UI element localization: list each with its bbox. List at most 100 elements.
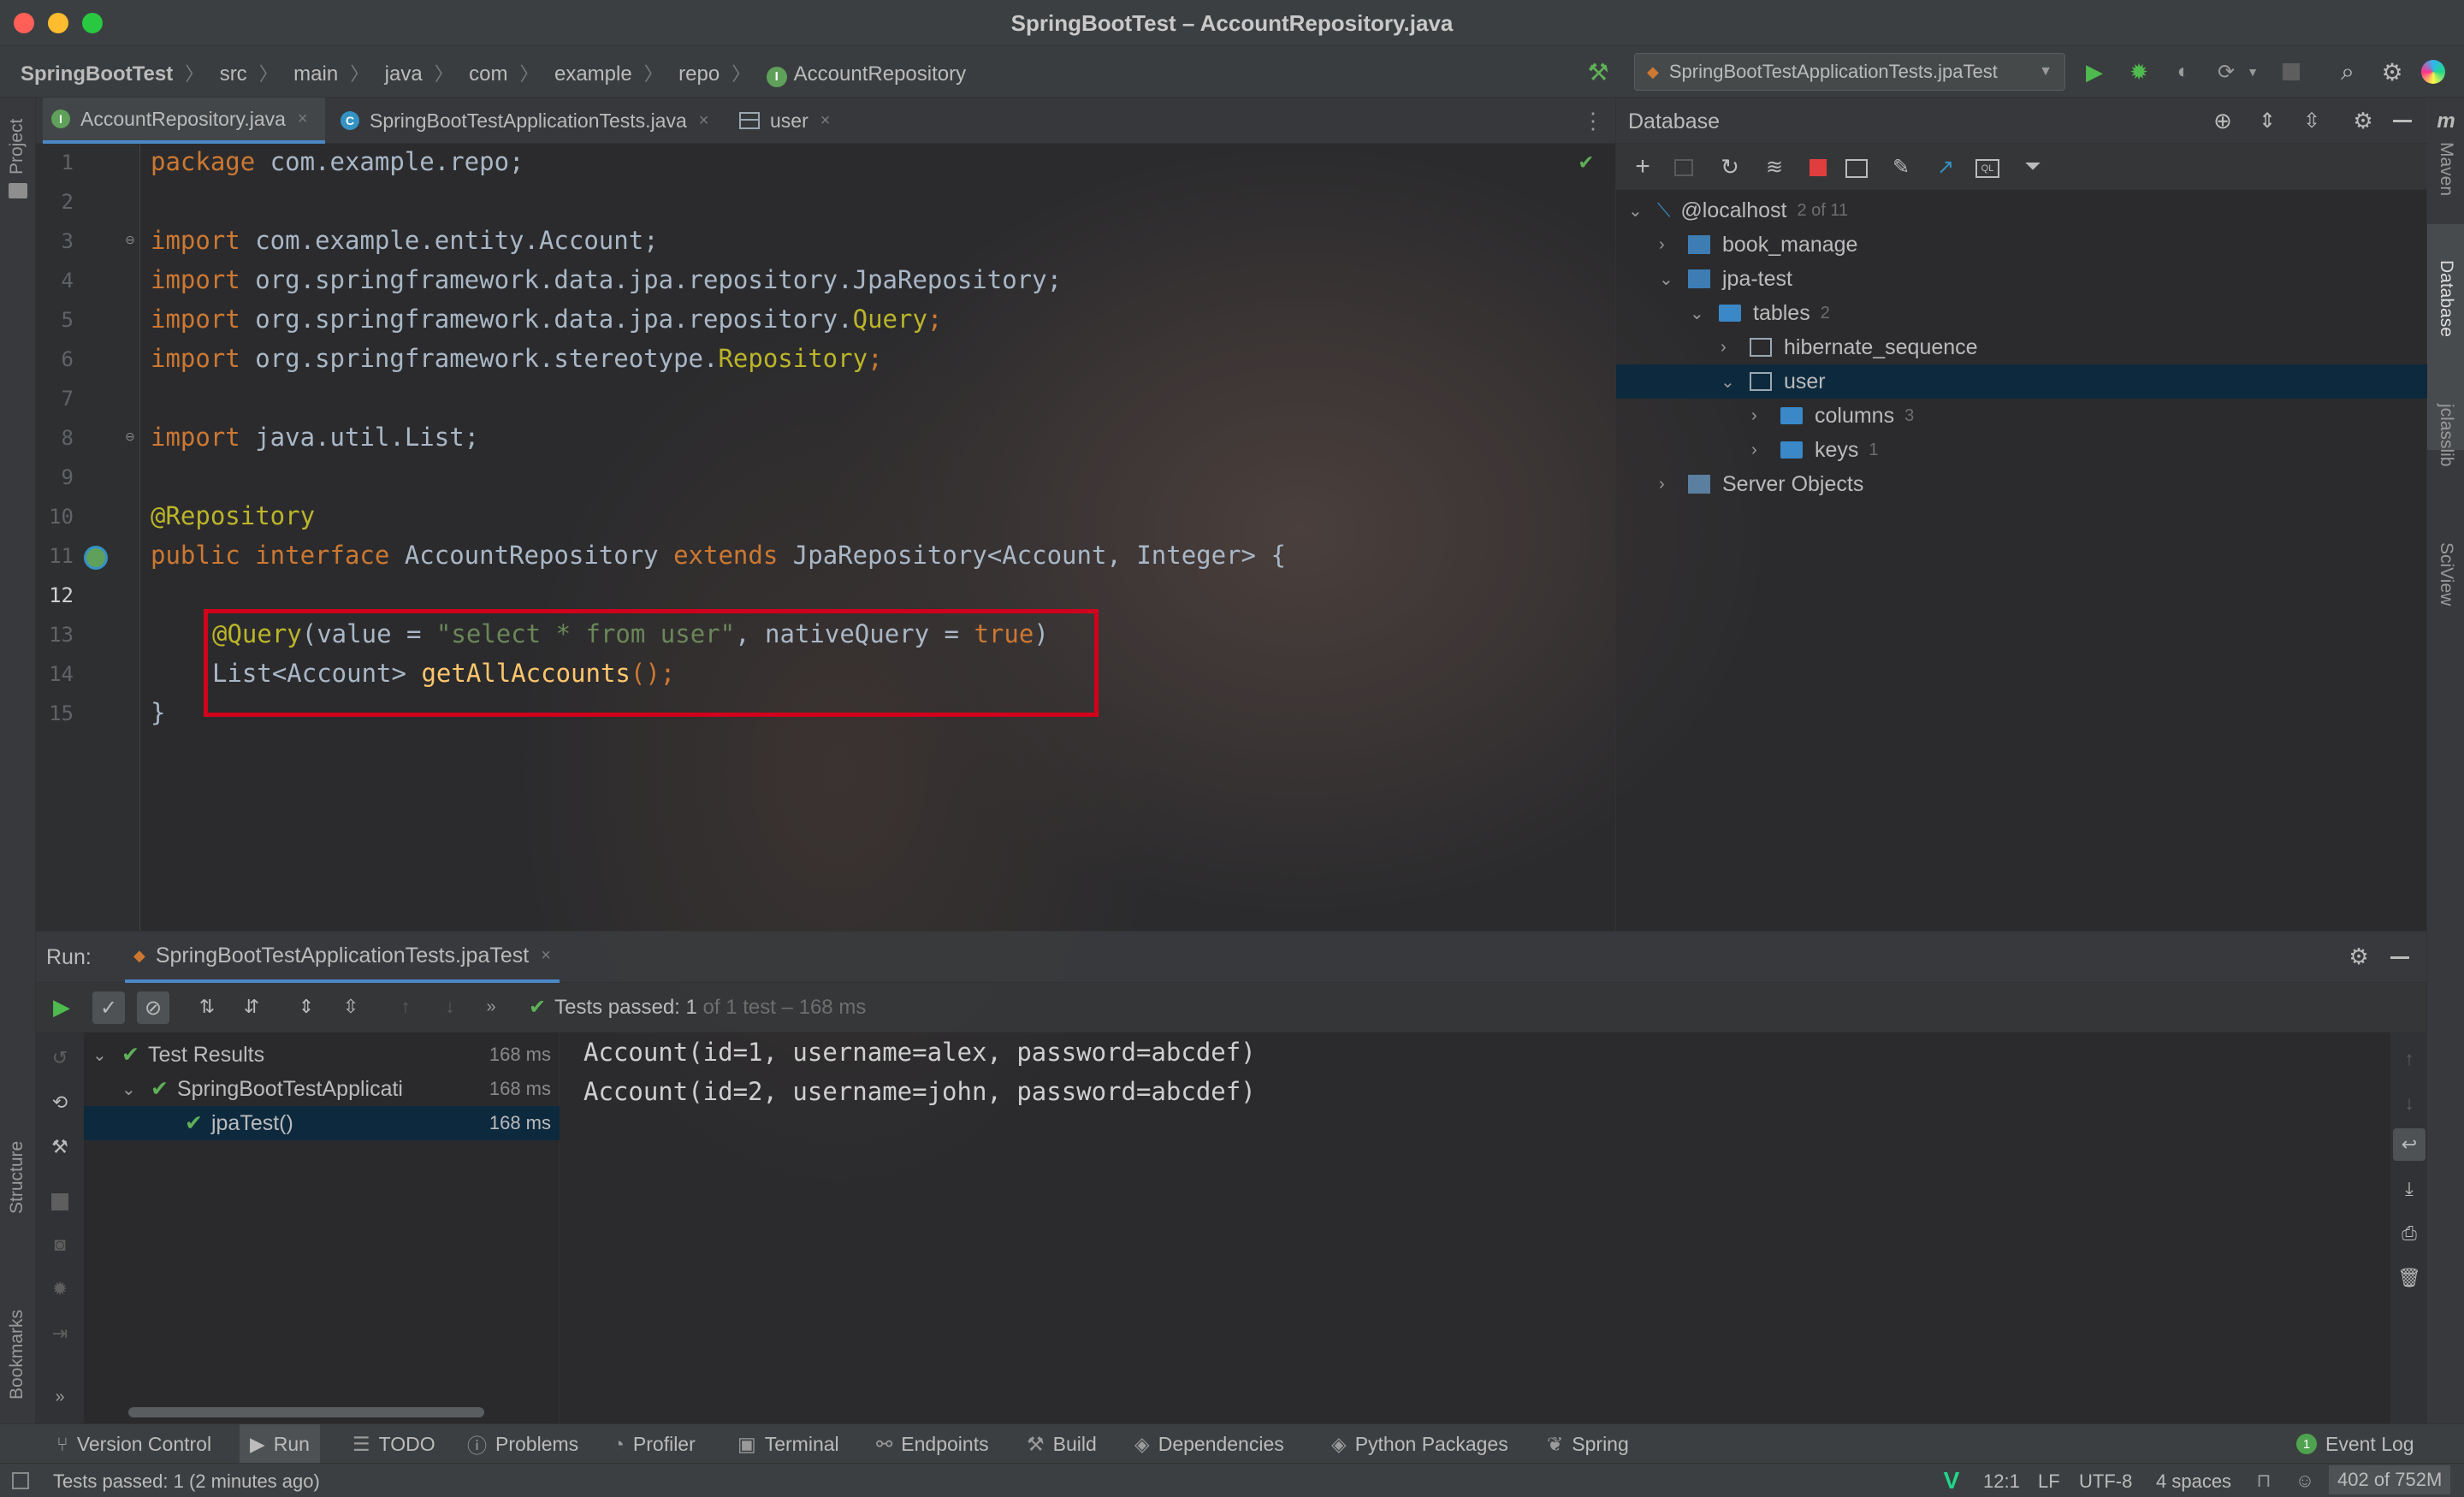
sciview-tool-button[interactable]: SciView [2436, 542, 2456, 606]
breadcrumb-current[interactable]: AccountRepository [794, 62, 966, 86]
tab-account-repository[interactable]: I AccountRepository.java × [43, 98, 325, 144]
camera-icon[interactable]: ◙ [46, 1231, 74, 1258]
project-tool-button[interactable]: Project [7, 119, 27, 175]
tree-node-columns[interactable]: › columns 3 [1751, 399, 1914, 433]
database-tool-button[interactable]: Database [2436, 260, 2456, 337]
horizontal-scrollbar[interactable] [128, 1407, 484, 1417]
exit-icon[interactable]: ⇥ [46, 1320, 74, 1347]
more-run-options-icon[interactable]: ▼ [2245, 62, 2260, 82]
breadcrumb-item[interactable]: main [293, 62, 338, 86]
gear-icon[interactable]: ⚙ [2346, 944, 2372, 969]
refresh-icon[interactable]: ↻ [1717, 154, 1743, 180]
previous-failed-icon[interactable]: ↑ [392, 993, 419, 1021]
tab-application-tests[interactable]: C SpringBootTestApplicationTests.java × [332, 98, 748, 144]
schema-icon[interactable]: ≋ [1762, 154, 1787, 180]
print-icon[interactable]: ⎙ [2396, 1221, 2422, 1246]
console-ql-icon[interactable]: QL [1975, 159, 1999, 178]
collapse-all-icon[interactable]: ⇳ [337, 993, 364, 1021]
structure-tool-button[interactable]: Structure [7, 1141, 27, 1214]
more-icon[interactable]: » [46, 1383, 74, 1411]
more-tabs-icon[interactable]: ⋮ [1582, 108, 1604, 133]
breadcrumb-item[interactable]: src [220, 62, 247, 86]
locate-icon[interactable]: ⊕ [2210, 108, 2236, 133]
console-output[interactable]: Account(id=1, username=alex, password=ab… [560, 1033, 2390, 1424]
build-hammer-icon[interactable]: ⚒ [1584, 58, 1612, 86]
close-tab-icon[interactable]: × [820, 111, 831, 131]
filter-icon[interactable]: ⏷ [2020, 154, 2046, 180]
tool-spring[interactable]: ❦ Spring [1547, 1424, 1629, 1464]
gear-icon[interactable]: ⚙ [2350, 108, 2376, 133]
tool-event-log[interactable]: 1 Event Log [2296, 1424, 2414, 1464]
tool-problems[interactable]: ⓘ Problems [467, 1424, 578, 1464]
test-results-root[interactable]: ⌄ ✔ Test Results 168 ms [92, 1038, 551, 1072]
status-message[interactable]: Tests passed: 1 (2 minutes ago) [53, 1470, 320, 1493]
up-arrow-icon[interactable]: ↑ [2396, 1046, 2422, 1072]
tool-terminal[interactable]: ▣ Terminal [737, 1424, 839, 1464]
minimize-icon[interactable] [2393, 120, 2412, 122]
down-arrow-icon[interactable]: ↓ [2396, 1091, 2422, 1116]
tool-todo[interactable]: ☰ TODO [352, 1424, 435, 1464]
toggle-autotest-icon[interactable]: ⟲ [46, 1089, 74, 1116]
tree-node-user[interactable]: ⌄ user [1721, 364, 1826, 399]
add-icon[interactable]: + [1630, 152, 1656, 180]
gear-icon[interactable]: ⚙ [2378, 58, 2406, 86]
toggle-tool-windows-icon[interactable] [12, 1472, 29, 1489]
tree-node-localhost[interactable]: ⌄ ⟍ @localhost 2 of 11 [1628, 193, 1848, 228]
test-class-node[interactable]: ⌄ ✔ SpringBootTestApplicati 168 ms [121, 1072, 551, 1106]
next-failed-icon[interactable]: ↓ [436, 993, 464, 1021]
edit-pencil-icon[interactable]: ✎ [1888, 154, 1914, 180]
run-config-dropdown[interactable]: ◆ SpringBootTestApplicationTests.jpaTest… [1634, 53, 2065, 91]
jump-to-source-icon[interactable]: ↗ [1933, 154, 1958, 180]
fold-icon[interactable]: ⊖ [123, 428, 137, 445]
tool-python-packages[interactable]: ◈ Python Packages [1331, 1424, 1508, 1464]
trash-icon[interactable]: 🗑 [2396, 1265, 2422, 1291]
tool-profiler[interactable]: ◔ Profiler [613, 1424, 696, 1464]
sort-duration-icon[interactable]: ⇵ [238, 993, 265, 1021]
stop-icon[interactable] [2283, 63, 2300, 80]
more-icon[interactable]: » [481, 993, 501, 1021]
minimize-icon[interactable] [2390, 956, 2409, 959]
tool-version-control[interactable]: ⑂ Version Control [56, 1424, 211, 1464]
run-tab[interactable]: ◆ SpringBootTestApplicationTests.jpaTest… [125, 932, 560, 983]
line-separator[interactable]: LF [2038, 1470, 2060, 1493]
coverage-icon[interactable]: ◐ [2170, 58, 2197, 86]
rerun-icon[interactable]: ▶ [48, 993, 75, 1021]
tool-dependencies[interactable]: ◈ Dependencies [1134, 1424, 1284, 1464]
tab-user-table[interactable]: user × [731, 98, 876, 144]
show-ignored-icon[interactable]: ⊘ [137, 991, 169, 1024]
close-tab-icon[interactable]: × [699, 111, 709, 131]
lock-icon[interactable]: ⊓ [2254, 1469, 2274, 1493]
tool-endpoints[interactable]: ⚯ Endpoints [876, 1424, 989, 1464]
breadcrumb-item[interactable]: repo [678, 62, 720, 86]
profile-icon[interactable]: ⟳ [2212, 58, 2240, 86]
maven-tool-button[interactable]: Maven [2436, 142, 2456, 196]
copy-icon[interactable] [1674, 159, 1693, 176]
tool-build[interactable]: ⚒ Build [1027, 1424, 1097, 1464]
sort-alpha-icon[interactable]: ⇅ [193, 993, 221, 1021]
collapse-all-icon[interactable]: ⇳ [2299, 108, 2325, 133]
no-problems-check-icon[interactable]: ✔ [1579, 149, 1593, 175]
implemented-bean-icon[interactable] [84, 546, 108, 570]
rerun-failed-icon[interactable]: ↺ [46, 1044, 74, 1072]
expand-all-icon[interactable]: ⇕ [2254, 108, 2280, 133]
tool-run[interactable]: ▶ Run [240, 1424, 320, 1464]
search-icon[interactable]: ⌕ [2334, 58, 2361, 86]
wrench-icon[interactable]: ⚒ [46, 1133, 74, 1161]
fold-icon[interactable]: ⊖ [123, 231, 137, 248]
inspection-icon[interactable]: ☺ [2291, 1469, 2319, 1493]
vue-logo-icon[interactable]: V [1939, 1467, 1964, 1494]
show-passed-icon[interactable]: ✓ [92, 991, 125, 1024]
debug-bug-icon[interactable]: ✹ [2125, 58, 2153, 86]
tree-node-tables[interactable]: ⌄ tables 2 [1690, 296, 1830, 330]
close-tab-icon[interactable]: × [541, 946, 551, 966]
bookmarks-tool-button[interactable]: Bookmarks [7, 1310, 27, 1399]
code-editor[interactable]: ✔ package com.example.repo; import com.e… [151, 144, 1605, 931]
tree-node-server-objects[interactable]: › Server Objects [1659, 467, 1863, 501]
breadcrumb-item[interactable]: com [469, 62, 507, 86]
breadcrumb-project[interactable]: SpringBootTest [21, 62, 173, 86]
breadcrumb-item[interactable]: java [385, 62, 423, 86]
tree-node-jpa-test[interactable]: ⌄ jpa-test [1659, 262, 1792, 296]
tree-node-keys[interactable]: › keys 1 [1751, 433, 1879, 467]
stop-icon[interactable] [1810, 159, 1827, 176]
scroll-to-end-icon[interactable]: ⤓ [2396, 1176, 2422, 1202]
